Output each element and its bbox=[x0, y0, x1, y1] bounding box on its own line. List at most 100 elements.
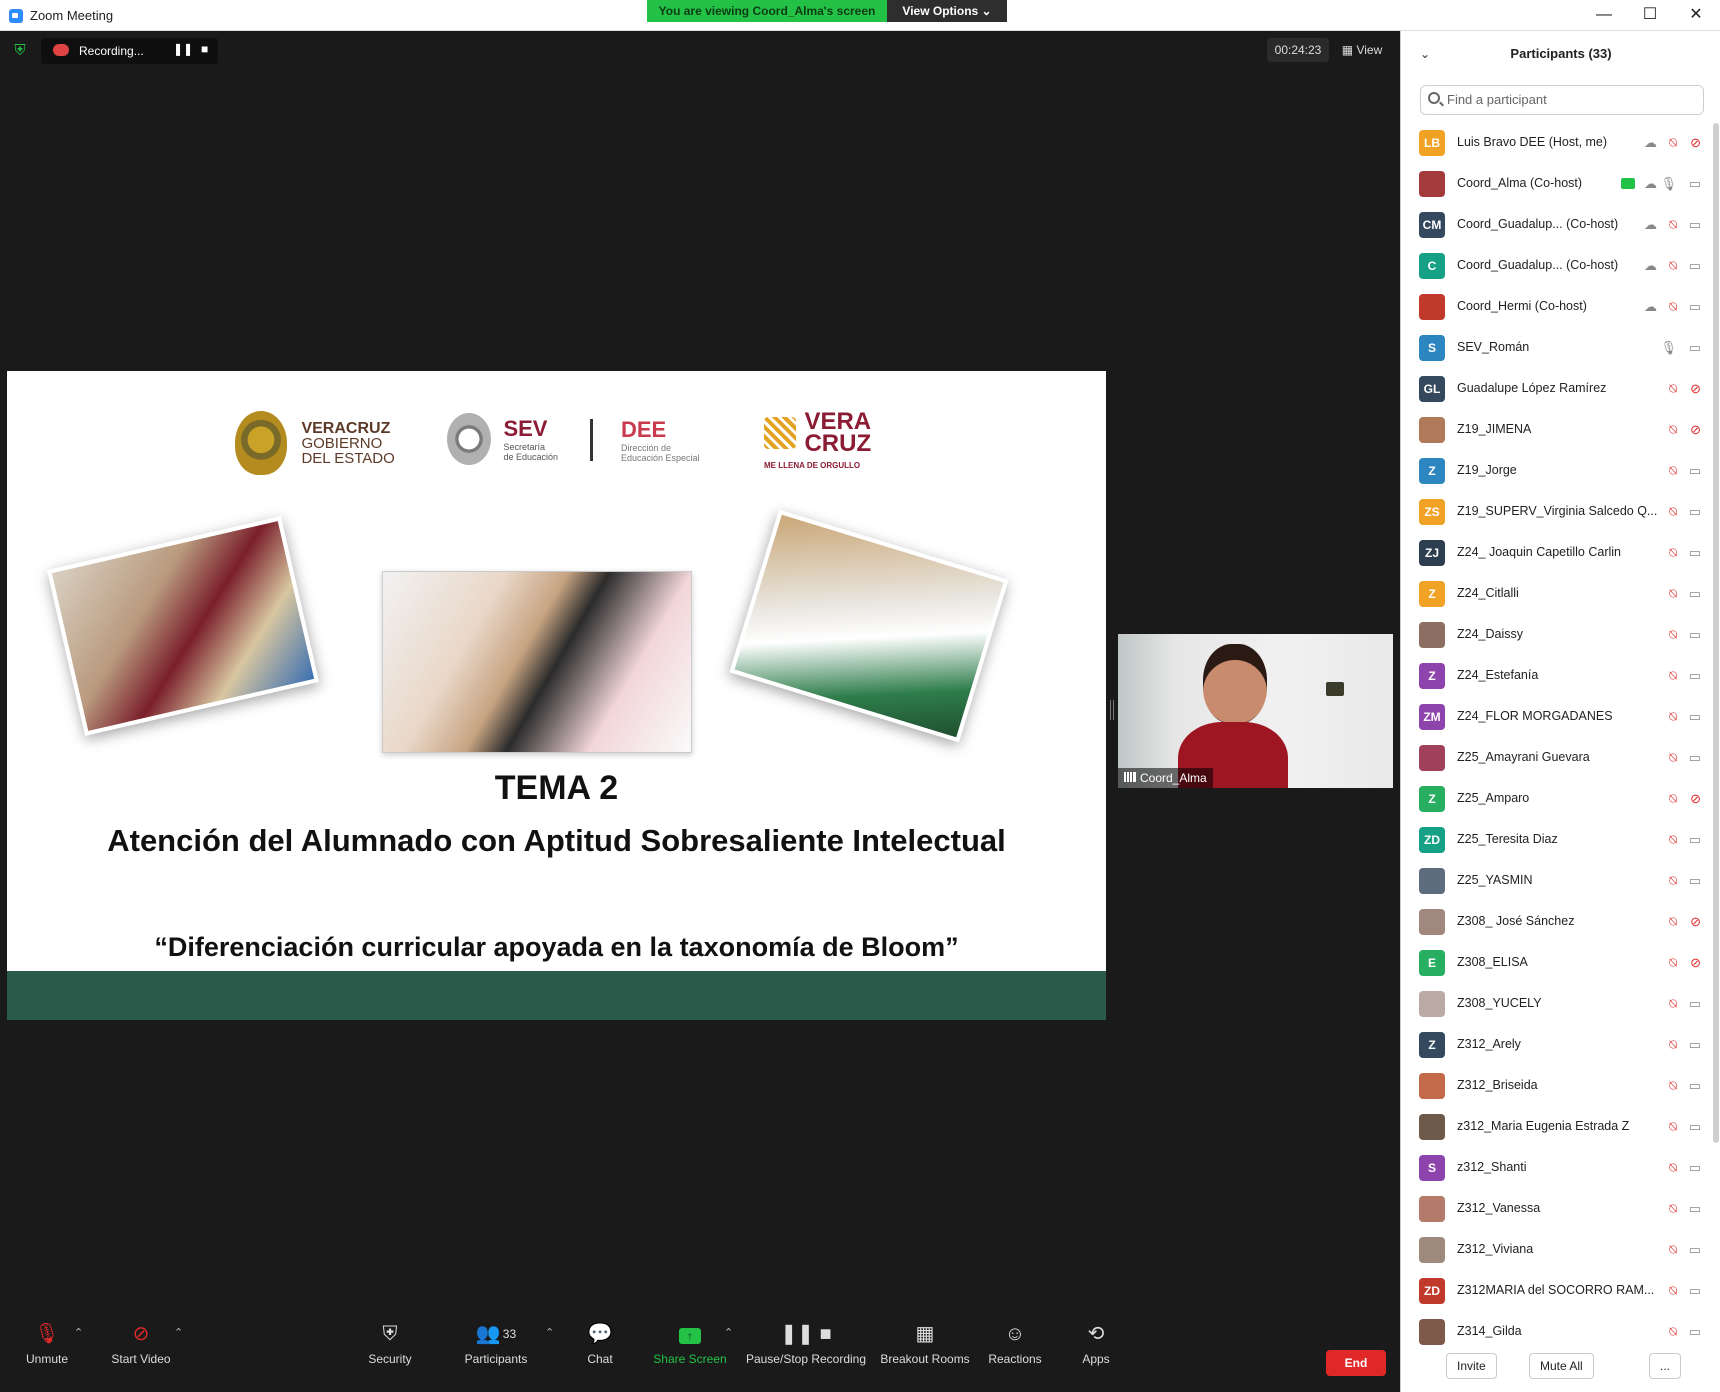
reactions-button[interactable]: ☺ Reactions bbox=[986, 1320, 1044, 1380]
video-options-chevron-icon[interactable]: ⌃ bbox=[174, 1326, 183, 1339]
participant-row[interactable]: Z Z25_Amparo ⍉ ⊘ bbox=[1401, 779, 1720, 820]
maximize-button[interactable]: ☐ bbox=[1634, 4, 1666, 26]
mic-muted-icon[interactable]: ⍉ bbox=[1669, 1037, 1677, 1053]
participant-row[interactable]: Z312_Briseida ⍉ ▭ bbox=[1401, 1066, 1720, 1107]
participants-button[interactable]: 👥 33 Participants bbox=[462, 1320, 530, 1380]
video-icon[interactable]: ▭ bbox=[1689, 176, 1701, 192]
mute-all-button[interactable]: Mute All bbox=[1529, 1353, 1594, 1379]
more-options-button[interactable]: ... bbox=[1649, 1353, 1682, 1379]
security-button[interactable]: ⛨ Security bbox=[365, 1320, 415, 1380]
mic-muted-icon[interactable]: ⍉ bbox=[1669, 1078, 1677, 1094]
video-icon[interactable]: ▭ bbox=[1689, 340, 1701, 356]
video-off-icon[interactable]: ⊘ bbox=[1690, 135, 1701, 151]
share-options-chevron-icon[interactable]: ⌃ bbox=[724, 1326, 733, 1339]
mic-muted-icon[interactable]: ⍉ bbox=[1669, 832, 1677, 848]
video-off-icon[interactable]: ⊘ bbox=[1690, 914, 1701, 930]
mic-muted-icon[interactable]: ⍉ bbox=[1669, 996, 1677, 1012]
video-icon[interactable]: ▭ bbox=[1689, 1324, 1701, 1340]
video-icon[interactable]: ▭ bbox=[1689, 832, 1701, 848]
video-off-icon[interactable]: ⊘ bbox=[1690, 422, 1701, 438]
participant-row[interactable]: Z Z312_Arely ⍉ ▭ bbox=[1401, 1025, 1720, 1066]
video-icon[interactable]: ▭ bbox=[1689, 504, 1701, 520]
mic-muted-icon[interactable]: ⍉ bbox=[1669, 1283, 1677, 1299]
video-icon[interactable]: ▭ bbox=[1689, 1078, 1701, 1094]
participant-row[interactable]: Z308_YUCELY ⍉ ▭ bbox=[1401, 984, 1720, 1025]
mic-muted-icon[interactable]: ⍉ bbox=[1669, 955, 1677, 971]
participant-row[interactable]: ZJ Z24_ Joaquin Capetillo Carlin ⍉ ▭ bbox=[1401, 533, 1720, 574]
mic-muted-icon[interactable]: ⍉ bbox=[1669, 914, 1677, 930]
participant-row[interactable]: Coord_Hermi (Co-host) ☁ ⍉ ▭ bbox=[1401, 287, 1720, 328]
video-icon[interactable]: ▭ bbox=[1689, 258, 1701, 274]
participant-row[interactable]: Z312_Vanessa ⍉ ▭ bbox=[1401, 1189, 1720, 1230]
video-icon[interactable]: ▭ bbox=[1689, 1283, 1701, 1299]
view-button[interactable]: ▦ View bbox=[1335, 38, 1389, 62]
unmute-button[interactable]: 🎙 Unmute bbox=[22, 1320, 72, 1380]
apps-button[interactable]: ⟲ Apps bbox=[1080, 1320, 1112, 1380]
invite-button[interactable]: Invite bbox=[1446, 1353, 1497, 1379]
mic-muted-icon[interactable]: ⍉ bbox=[1669, 586, 1677, 602]
mic-icon[interactable]: 🎙 bbox=[1660, 340, 1677, 356]
mic-muted-icon[interactable]: ⍉ bbox=[1669, 709, 1677, 725]
video-icon[interactable]: ▭ bbox=[1689, 1160, 1701, 1176]
video-icon[interactable]: ▭ bbox=[1689, 545, 1701, 561]
pause-stop-recording-button[interactable]: ❚❚ ■ Pause/Stop Recording bbox=[743, 1320, 869, 1380]
mic-muted-icon[interactable]: ⍉ bbox=[1669, 504, 1677, 520]
video-icon[interactable]: ▭ bbox=[1689, 1201, 1701, 1217]
participant-row[interactable]: ZM Z24_FLOR MORGADANES ⍉ ▭ bbox=[1401, 697, 1720, 738]
participant-row[interactable]: LB Luis Bravo DEE (Host, me) ☁ ⍉ ⊘ bbox=[1401, 123, 1720, 164]
video-icon[interactable]: ▭ bbox=[1689, 627, 1701, 643]
mic-muted-icon[interactable]: ⍉ bbox=[1669, 1324, 1677, 1340]
mic-muted-icon[interactable]: ⍉ bbox=[1669, 545, 1677, 561]
video-icon[interactable]: ▭ bbox=[1689, 996, 1701, 1012]
end-meeting-button[interactable]: End bbox=[1326, 1350, 1386, 1376]
mic-muted-icon[interactable]: ⍉ bbox=[1669, 750, 1677, 766]
participants-options-chevron-icon[interactable]: ⌃ bbox=[545, 1326, 554, 1339]
participant-row[interactable]: GL Guadalupe López Ramírez ⍉ ⊘ bbox=[1401, 369, 1720, 410]
mic-muted-icon[interactable]: ⍉ bbox=[1669, 668, 1677, 684]
mic-muted-icon[interactable]: ⍉ bbox=[1669, 1242, 1677, 1258]
video-icon[interactable]: ▭ bbox=[1689, 299, 1701, 315]
participant-row[interactable]: Z Z24_Estefanía ⍉ ▭ bbox=[1401, 656, 1720, 697]
mic-muted-icon[interactable]: ⍉ bbox=[1669, 791, 1677, 807]
participant-row[interactable]: Sz312_Shanti ⍉ ▭ bbox=[1401, 1148, 1720, 1189]
video-icon[interactable]: ▭ bbox=[1689, 668, 1701, 684]
video-icon[interactable]: ▭ bbox=[1689, 463, 1701, 479]
participant-row[interactable]: ZD Z312MARIA del SOCORRO RAM... ⍉ ▭ bbox=[1401, 1271, 1720, 1312]
participant-row[interactable]: Z Z19_Jorge ⍉ ▭ bbox=[1401, 451, 1720, 492]
audio-options-chevron-icon[interactable]: ⌃ bbox=[74, 1326, 83, 1339]
start-video-button[interactable]: ⊘ Start Video bbox=[106, 1320, 176, 1380]
minimize-button[interactable]: — bbox=[1588, 4, 1620, 26]
video-off-icon[interactable]: ⊘ bbox=[1690, 381, 1701, 397]
participant-row[interactable]: Z25_Amayrani Guevara ⍉ ▭ bbox=[1401, 738, 1720, 779]
split-resize-handle[interactable] bbox=[1110, 700, 1114, 720]
pause-recording-icon[interactable]: ❚❚ bbox=[173, 42, 193, 56]
participant-row[interactable]: Coord_Alma (Co-host) ☁ 🎙 ▭ bbox=[1401, 164, 1720, 205]
mic-muted-icon[interactable]: ⍉ bbox=[1669, 422, 1677, 438]
mic-muted-icon[interactable]: ⍉ bbox=[1669, 873, 1677, 889]
share-screen-button[interactable]: ↑ Share Screen bbox=[651, 1320, 729, 1380]
participant-row[interactable]: Z308_ José Sánchez ⍉ ⊘ bbox=[1401, 902, 1720, 943]
stop-recording-icon[interactable]: ■ bbox=[201, 42, 208, 56]
mic-muted-icon[interactable]: ⍉ bbox=[1669, 627, 1677, 643]
video-icon[interactable]: ▭ bbox=[1689, 217, 1701, 233]
chat-button[interactable]: 💬 Chat bbox=[580, 1320, 620, 1380]
view-options-button[interactable]: View Options ⌄ bbox=[887, 0, 1007, 22]
participant-row[interactable]: ZS Z19_SUPERV_Virginia Salcedo Q... ⍉ ▭ bbox=[1401, 492, 1720, 533]
encryption-shield-icon[interactable]: ⛨ bbox=[11, 42, 29, 60]
close-button[interactable]: ✕ bbox=[1680, 4, 1712, 26]
video-off-icon[interactable]: ⊘ bbox=[1690, 955, 1701, 971]
video-icon[interactable]: ▭ bbox=[1689, 873, 1701, 889]
video-icon[interactable]: ▭ bbox=[1689, 709, 1701, 725]
participant-row[interactable]: Z25_YASMIN ⍉ ▭ bbox=[1401, 861, 1720, 902]
video-icon[interactable]: ▭ bbox=[1689, 1037, 1701, 1053]
mic-muted-icon[interactable]: ⍉ bbox=[1669, 135, 1677, 151]
participant-row[interactable]: Z24_Daissy ⍉ ▭ bbox=[1401, 615, 1720, 656]
mic-muted-icon[interactable]: ⍉ bbox=[1669, 258, 1677, 274]
video-icon[interactable]: ▭ bbox=[1689, 1242, 1701, 1258]
mic-muted-icon[interactable]: ⍉ bbox=[1669, 1201, 1677, 1217]
participant-list-scrollbar[interactable] bbox=[1713, 123, 1719, 1143]
participant-row[interactable]: Z Z24_Citlalli ⍉ ▭ bbox=[1401, 574, 1720, 615]
participant-row[interactable]: S SEV_Román 🎙 ▭ bbox=[1401, 328, 1720, 369]
participant-row[interactable]: C Coord_Guadalup... (Co-host) ☁ ⍉ ▭ bbox=[1401, 246, 1720, 287]
participant-row[interactable]: z312_Maria Eugenia Estrada Z ⍉ ▭ bbox=[1401, 1107, 1720, 1148]
